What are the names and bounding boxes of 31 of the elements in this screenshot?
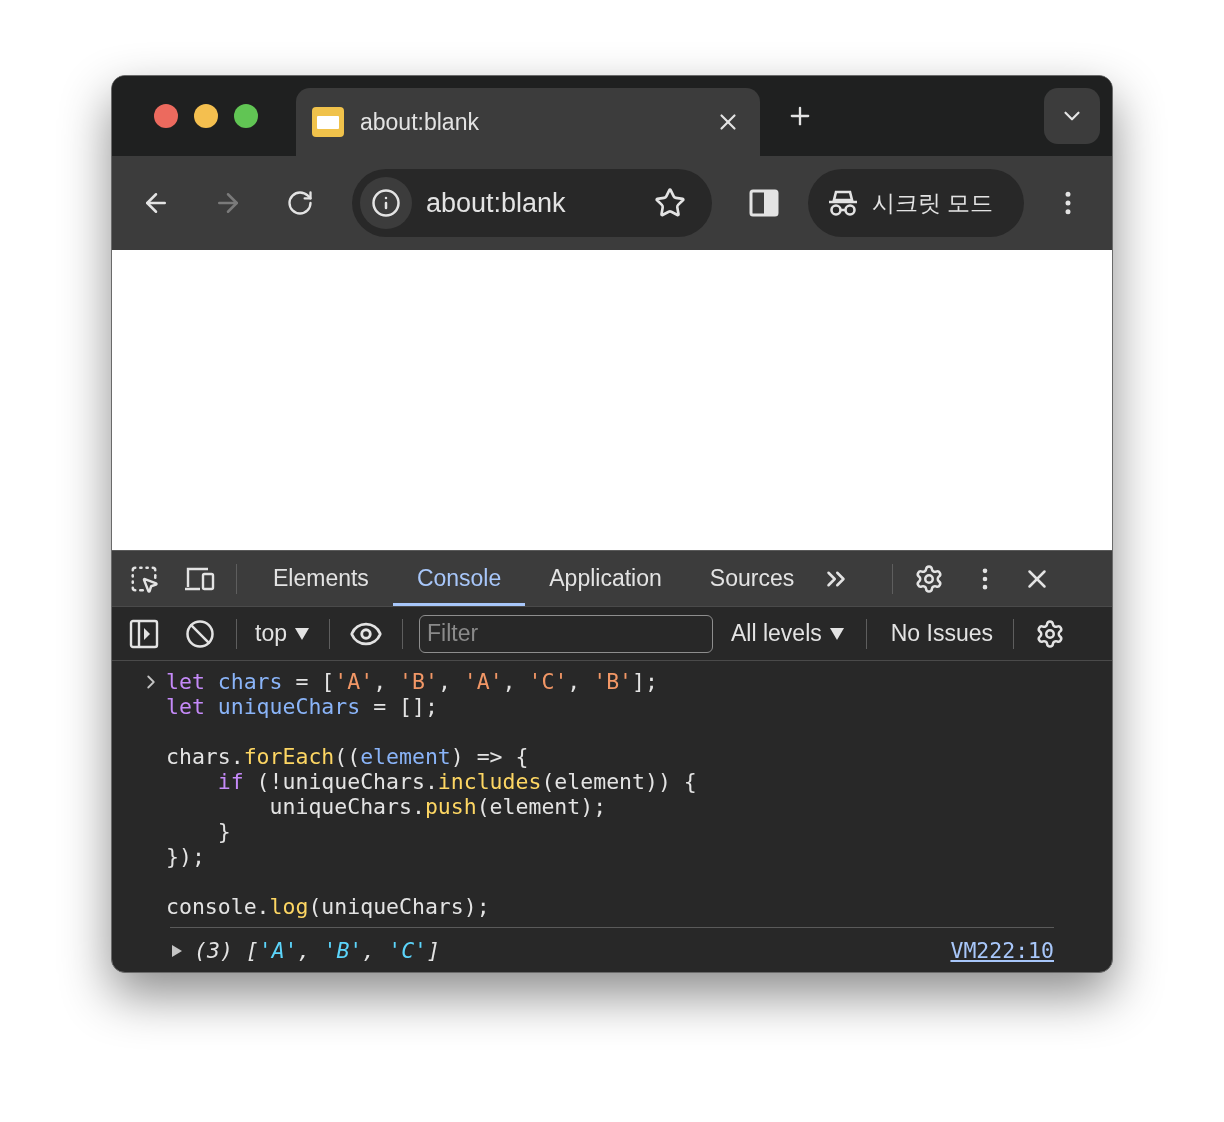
info-icon[interactable] <box>360 177 412 229</box>
code-line: uniqueChars.push(element); <box>268 794 608 819</box>
incognito-icon <box>828 189 858 217</box>
browser-tab[interactable]: about:blank <box>296 88 760 156</box>
close-window-button[interactable] <box>154 104 178 128</box>
source-link[interactable]: VM222:10 <box>950 938 1054 963</box>
filter-field[interactable]: Filter <box>419 614 713 653</box>
log-levels-dropdown[interactable]: All levels <box>725 620 850 647</box>
caret-icon <box>829 627 844 640</box>
address-text: about:blank <box>426 187 567 219</box>
panel-tab[interactable]: Elements <box>249 551 393 606</box>
address-bar[interactable]: about:blank <box>352 169 712 237</box>
code-line: chars.forEach((element) => { <box>166 744 530 769</box>
code-line: let uniqueChars = []; <box>166 694 439 719</box>
expand-triangle-icon[interactable] <box>170 942 184 959</box>
caret-icon <box>295 627 309 640</box>
log-output: (3) ['A', 'B', 'C'] <box>194 938 441 963</box>
panel-tab[interactable]: Sources <box>685 551 819 606</box>
code-line: }); <box>166 844 206 869</box>
code-line: console.log(uniqueChars); <box>166 894 491 919</box>
maximize-window-button[interactable] <box>234 104 258 128</box>
issues-status[interactable]: No Issues <box>890 620 993 647</box>
context-dropdown[interactable]: top <box>249 620 315 647</box>
code-line: } <box>216 819 232 844</box>
panel-tab[interactable]: Application <box>525 551 686 606</box>
code-line: let chars = ['A', 'B', 'A', 'C', 'B']; <box>166 669 659 694</box>
minimize-window-button[interactable] <box>194 104 218 128</box>
tab-title: about:blank <box>360 108 480 136</box>
incognito-button[interactable]: 시크릿 모드 <box>808 169 1024 237</box>
code-line: if (!uniqueChars.includes(element)) { <box>216 769 697 794</box>
page-icon <box>312 107 344 137</box>
